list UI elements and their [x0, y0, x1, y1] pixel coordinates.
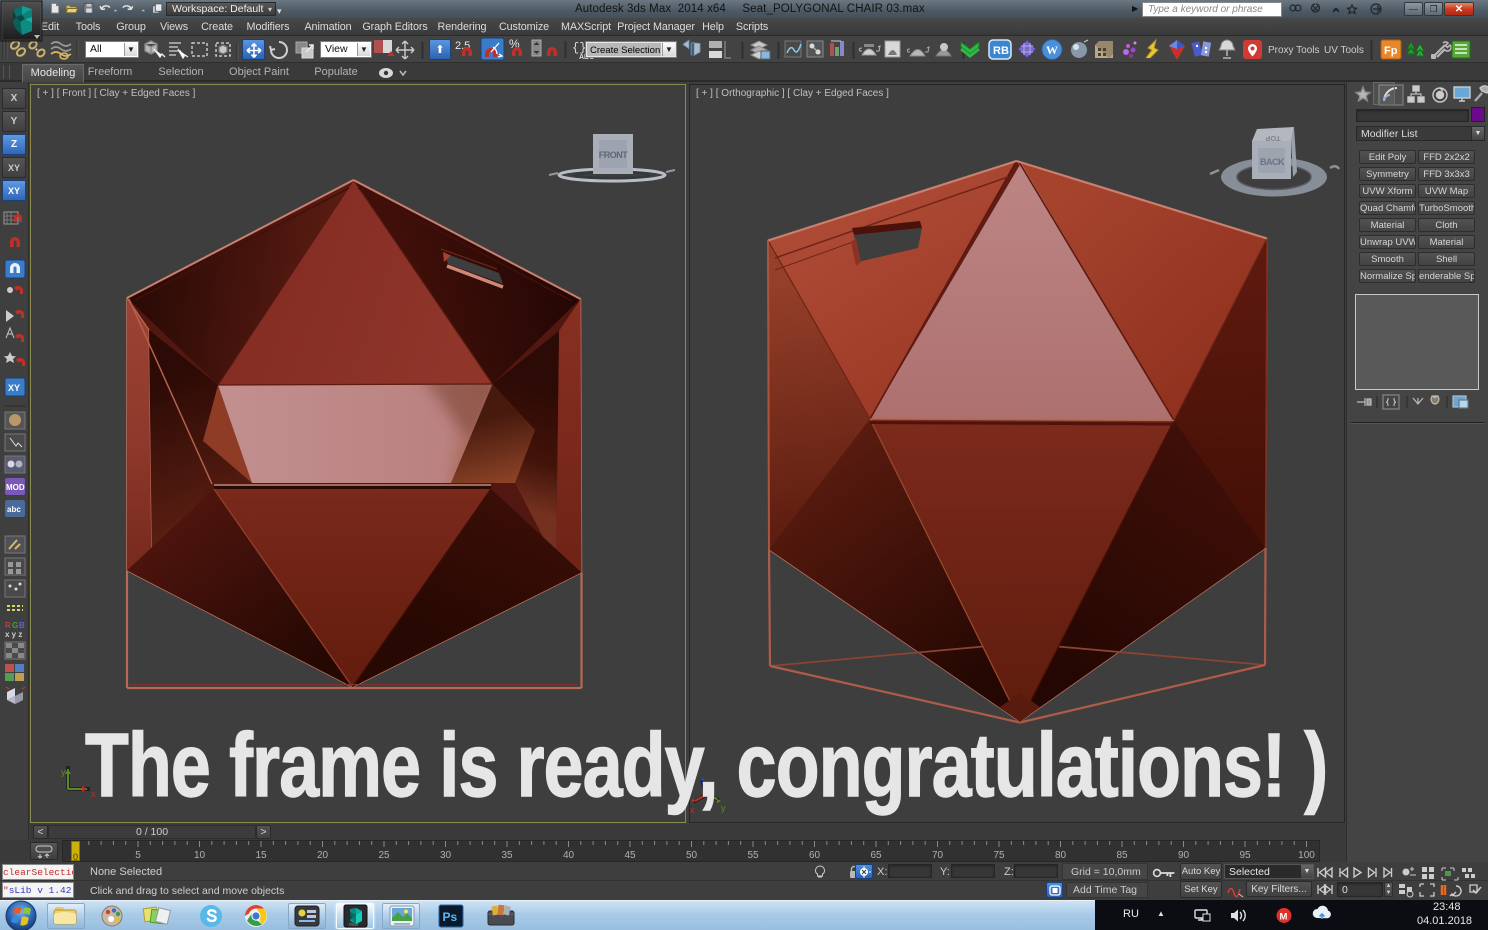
- svg-text:65: 65: [870, 850, 882, 861]
- svg-text:55: 55: [747, 850, 759, 861]
- svg-text:M: M: [1280, 912, 1288, 923]
- svg-text:5: 5: [135, 850, 141, 861]
- svg-text:x y z: x y z: [5, 630, 22, 639]
- svg-text:B: B: [19, 621, 25, 630]
- svg-text:10: 10: [194, 850, 206, 861]
- svg-text:75: 75: [993, 850, 1005, 861]
- svg-text:Proxy Tools: Proxy Tools: [1268, 45, 1320, 56]
- svg-text:R: R: [5, 621, 11, 630]
- svg-text:25: 25: [378, 850, 390, 861]
- svg-text:max: max: [349, 922, 359, 928]
- svg-text:30: 30: [440, 850, 452, 861]
- svg-text:90: 90: [1178, 850, 1190, 861]
- svg-text:W: W: [1046, 43, 1058, 57]
- svg-text:abc: abc: [7, 505, 21, 514]
- svg-text:TOP: TOP: [1265, 134, 1280, 143]
- svg-text:y: y: [61, 767, 66, 777]
- svg-text:RB: RB: [993, 45, 1009, 57]
- svg-text:45: 45: [624, 850, 636, 861]
- svg-text:85: 85: [1116, 850, 1128, 861]
- svg-text:XY: XY: [8, 383, 20, 393]
- svg-text:80: 80: [1055, 850, 1067, 861]
- svg-text:UV Tools: UV Tools: [1324, 45, 1364, 56]
- svg-text:100: 100: [1298, 850, 1315, 861]
- svg-text:G: G: [12, 621, 18, 630]
- svg-text:20: 20: [317, 850, 329, 861]
- svg-text:70: 70: [932, 850, 944, 861]
- svg-text:FRONT: FRONT: [599, 150, 628, 160]
- svg-text:15: 15: [255, 850, 267, 861]
- svg-text:Fp: Fp: [1384, 45, 1398, 57]
- svg-text:50: 50: [686, 850, 698, 861]
- svg-text:Ps: Ps: [443, 910, 458, 924]
- svg-text:60: 60: [809, 850, 821, 861]
- svg-text:95: 95: [1239, 850, 1251, 861]
- svg-text:35: 35: [501, 850, 513, 861]
- svg-text:MOD: MOD: [6, 483, 25, 492]
- svg-text:40: 40: [563, 850, 575, 861]
- svg-text:BACK: BACK: [1260, 157, 1285, 167]
